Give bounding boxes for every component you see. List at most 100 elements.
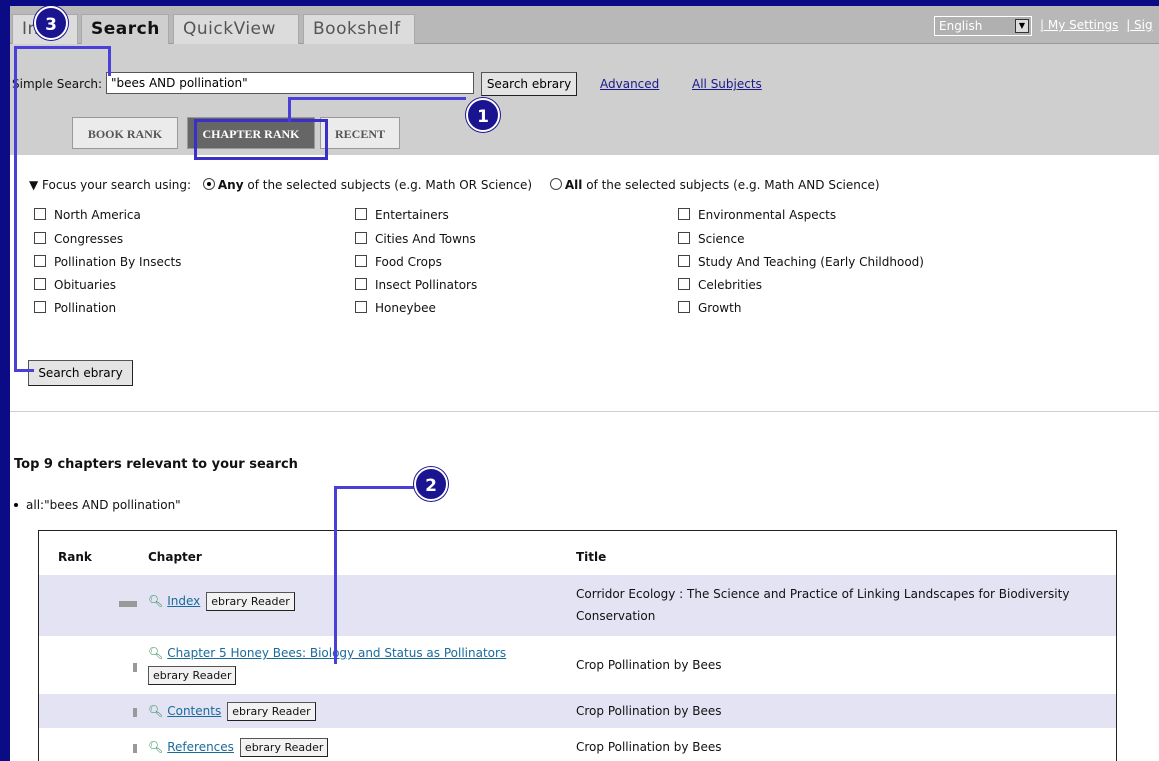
table-row: 🔍︎ Index ebrary Reader Corridor Ecology : … [39, 575, 1116, 636]
subject-checkbox[interactable]: Pollination [34, 301, 116, 315]
chapter-link[interactable]: Contents [167, 704, 221, 718]
rank-bar [119, 601, 137, 607]
title-cell: Corridor Ecology : The Science and Pract… [576, 587, 1070, 623]
subject-checkbox[interactable]: Cities And Towns [355, 232, 476, 246]
checkbox[interactable] [355, 208, 367, 220]
checkbox[interactable] [355, 232, 367, 244]
subject-checkbox[interactable]: Obituaries [34, 278, 116, 292]
tab-bar: Info Search QuickView Bookshelf English … [10, 6, 1159, 45]
rank-bar [133, 708, 137, 717]
tab-search[interactable]: Search [81, 14, 169, 45]
any-label: Any [217, 178, 244, 192]
tab-quickview[interactable]: QuickView [173, 14, 299, 44]
subject-checkbox[interactable]: Celebrities [678, 278, 762, 292]
divider [10, 411, 1159, 412]
all-subjects-link[interactable]: All Subjects [692, 77, 762, 91]
checkbox[interactable] [355, 278, 367, 290]
subject-checkbox[interactable]: Entertainers [355, 208, 449, 222]
checkbox[interactable] [678, 255, 690, 267]
annotation-connector [288, 97, 466, 100]
chapter-link[interactable]: Index [167, 594, 200, 608]
header-links: | My Settings | Sig [1040, 18, 1153, 32]
checkbox[interactable] [678, 301, 690, 313]
annotation-marker-2: 2 [414, 467, 448, 501]
title-cell: Crop Pollination by Bees [576, 740, 722, 754]
annotation-connector [334, 486, 337, 664]
all-label: All [564, 178, 583, 192]
checkbox[interactable] [678, 232, 690, 244]
tab-recent[interactable]: RECENT [320, 117, 400, 149]
annotation-marker-1: 1 [466, 98, 500, 132]
subject-checkbox[interactable]: Insect Pollinators [355, 278, 477, 292]
search-button[interactable]: Search ebrary [481, 72, 577, 96]
chapter-link[interactable]: References [167, 740, 234, 754]
column-header-chapter: Chapter [148, 550, 202, 564]
search-icon[interactable]: 🔍︎ [148, 594, 163, 608]
checkbox[interactable] [355, 255, 367, 267]
table-row: 🔍︎ References ebrary Reader Crop Pollinati… [39, 728, 1116, 761]
title-cell: Crop Pollination by Bees [576, 704, 722, 718]
search-input[interactable] [106, 72, 474, 94]
chapter-cell: 🔍︎ References ebrary Reader [148, 736, 329, 758]
subject-checkbox[interactable]: Study And Teaching (Early Childhood) [678, 255, 924, 269]
annotation-marker-3: 3 [34, 6, 68, 40]
subject-checkbox[interactable]: Congresses [34, 232, 123, 246]
table-row: 🔍︎ Contents ebrary Reader Crop Pollination… [39, 694, 1116, 728]
tab-book-rank[interactable]: BOOK RANK [72, 117, 178, 149]
table-header: Rank Chapter Title [39, 531, 1116, 575]
ebrary-reader-button[interactable]: ebrary Reader [239, 738, 329, 757]
subject-checkbox[interactable]: Food Crops [355, 255, 442, 269]
annotation-connector [14, 46, 17, 370]
tab-bookshelf[interactable]: Bookshelf [303, 14, 415, 44]
simple-search-label: Simple Search: [12, 77, 103, 91]
all-description: of the selected subjects (e.g. Math AND … [582, 178, 880, 192]
annotation-connector [334, 486, 414, 489]
ebrary-reader-button[interactable]: ebrary Reader [227, 702, 316, 721]
language-value: English [939, 19, 983, 33]
ebrary-reader-button[interactable]: ebrary Reader [206, 592, 295, 611]
checkbox[interactable] [34, 278, 46, 290]
advanced-link[interactable]: Advanced [600, 77, 659, 91]
search-submit-button[interactable]: Search ebrary [28, 360, 133, 386]
query-text: all:"bees AND pollination" [26, 498, 181, 512]
table-row: 🔍︎ Chapter 5 Honey Bees: Biology and Stat… [39, 636, 1116, 694]
chevron-down-icon[interactable]: ▼ [1015, 19, 1029, 33]
my-settings-link[interactable]: | My Settings [1040, 18, 1118, 32]
checkbox[interactable] [34, 208, 46, 220]
checkbox[interactable] [678, 278, 690, 290]
rank-bar [133, 663, 137, 672]
chapter-cell: 🔍︎ Index ebrary Reader [148, 590, 295, 612]
annotation-connector [288, 97, 291, 122]
checkbox[interactable] [678, 208, 690, 220]
ebrary-reader-button[interactable]: ebrary Reader [148, 666, 237, 685]
radio-any[interactable] [202, 178, 215, 190]
subject-checkbox[interactable]: Pollination By Insects [34, 255, 181, 269]
tab-chapter-rank[interactable]: CHAPTER RANK [187, 117, 315, 149]
subject-checkbox[interactable]: Honeybee [355, 301, 436, 315]
chapter-cell: 🔍︎ Contents ebrary Reader [148, 700, 316, 722]
column-header-title: Title [576, 550, 607, 564]
subject-checkbox[interactable]: Growth [678, 301, 741, 315]
annotation-connector [108, 46, 111, 76]
search-icon[interactable]: 🔍︎ [148, 740, 163, 754]
annotation-connector [14, 46, 110, 49]
sign-link[interactable]: | Sig [1126, 18, 1152, 32]
checkbox[interactable] [34, 255, 46, 267]
search-icon[interactable]: 🔍︎ [148, 646, 163, 660]
language-select[interactable]: English ▼ [934, 16, 1032, 36]
subject-checkbox[interactable]: Environmental Aspects [678, 208, 836, 222]
results-table: Rank Chapter Title 🔍︎ Index ebrary Reader … [38, 530, 1117, 761]
column-header-rank: Rank [58, 550, 92, 564]
annotation-connector [14, 369, 34, 372]
focus-label: ▼ Focus your search using: [29, 178, 192, 192]
subject-checkbox[interactable]: North America [34, 208, 141, 222]
radio-all[interactable] [549, 178, 562, 190]
checkbox[interactable] [355, 301, 367, 313]
bullet-icon [14, 503, 18, 507]
search-icon[interactable]: 🔍︎ [148, 704, 163, 718]
query-summary: all:"bees AND pollination" [14, 498, 181, 512]
subject-checkbox[interactable]: Science [678, 232, 745, 246]
checkbox[interactable] [34, 301, 46, 313]
chapter-cell: 🔍︎ Chapter 5 Honey Bees: Biology and Stat… [148, 642, 506, 664]
checkbox[interactable] [34, 232, 46, 244]
